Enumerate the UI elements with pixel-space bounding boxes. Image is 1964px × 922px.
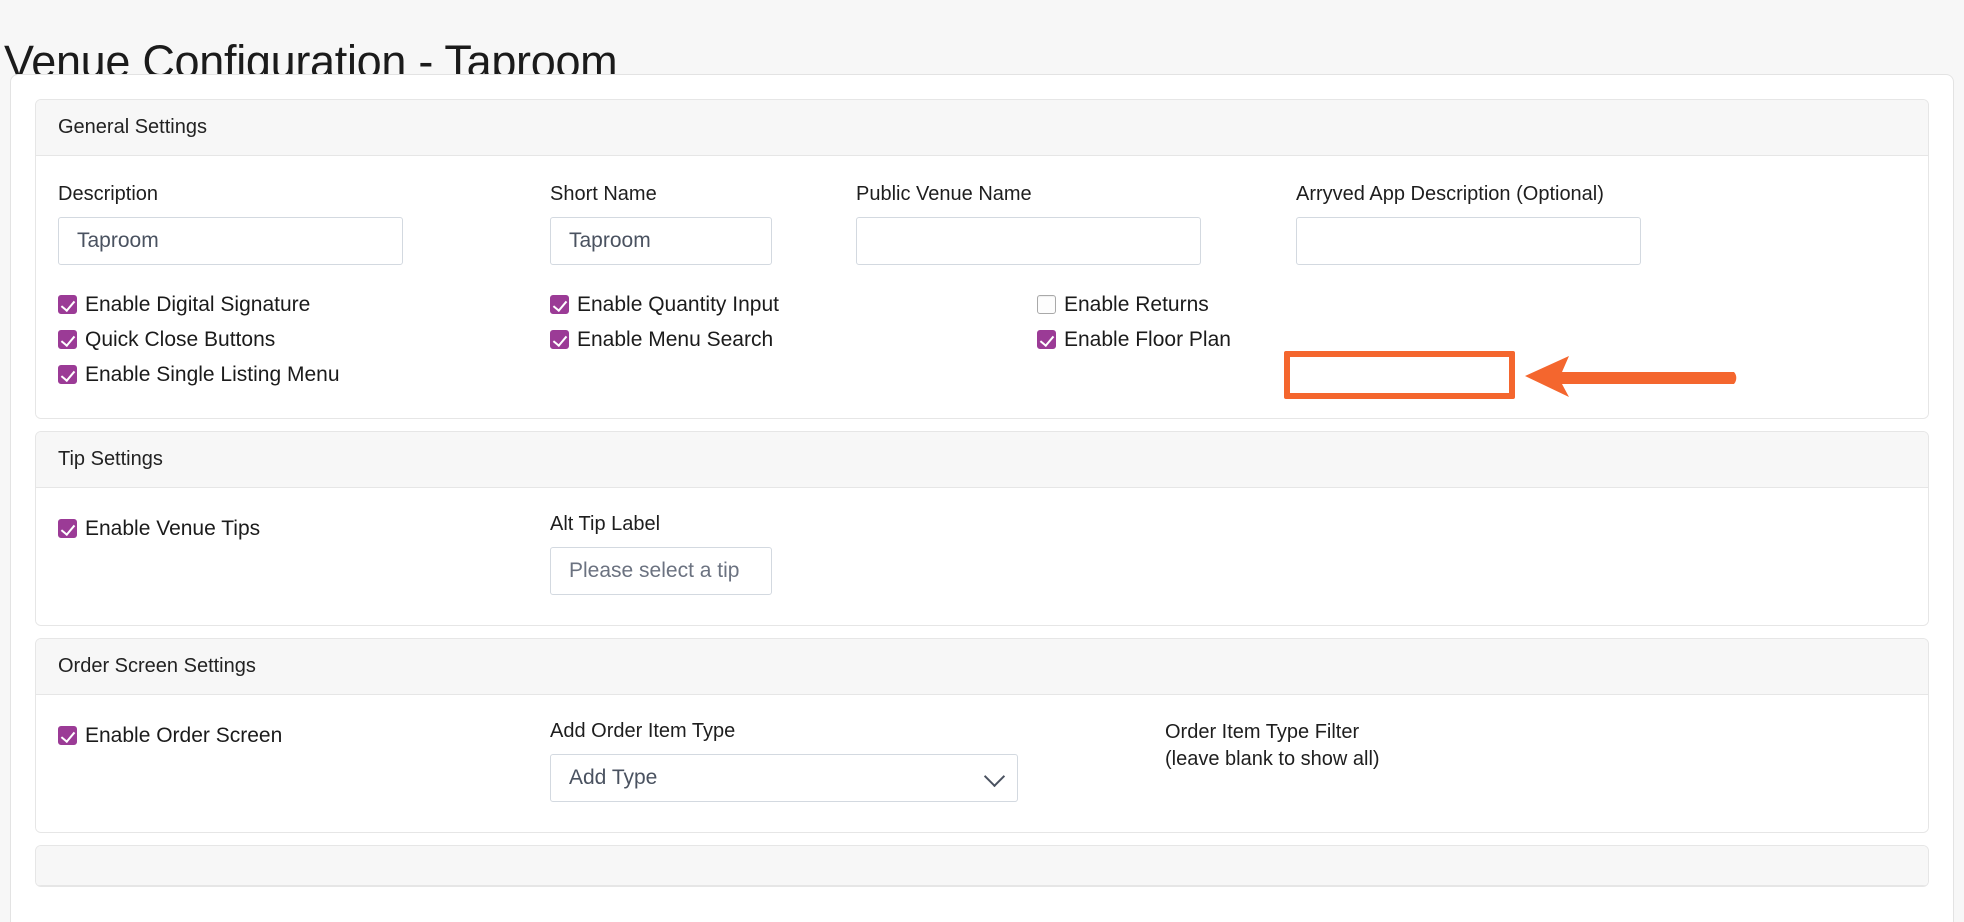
panel-header-next-section [36,846,1928,886]
arryved-app-description-input[interactable] [1296,217,1641,265]
panel-header-tip-settings: Tip Settings [36,432,1928,488]
checkbox-enable-menu-search[interactable] [550,330,569,349]
checkbox-label-enable-quantity-input: Enable Quantity Input [577,293,779,316]
checkbox-label-enable-returns: Enable Returns [1064,293,1209,316]
field-label-order-item-type-filter-hint: (leave blank to show all) [1165,748,1380,770]
checkbox-label-enable-floor-plan: Enable Floor Plan [1064,328,1231,351]
checkbox-enable-venue-tips[interactable] [58,518,77,538]
checkbox-column-2: Enable Quantity Input Enable Menu Search [550,287,1037,392]
checkbox-label-quick-close-buttons: Quick Close Buttons [85,328,276,351]
panel-next-section-partial [35,845,1929,887]
order-screen-checkbox-col: Enable Order Screen [58,719,550,802]
checkbox-enable-returns[interactable] [1037,295,1056,314]
field-add-order-item-type: Add Order Item Type Add Type [550,719,1165,802]
field-arryved-app-description: Arryved App Description (Optional) [1296,182,1716,265]
checkbox-row-quick-close-buttons[interactable]: Quick Close Buttons [58,322,550,357]
alt-tip-label-input[interactable] [550,547,772,595]
checkbox-column-3: Enable Returns Enable Floor Plan [1037,287,1517,392]
tip-settings-row: Enable Venue Tips Alt Tip Label [58,512,1906,595]
panel-header-general-settings: General Settings [36,100,1928,156]
checkbox-row-enable-menu-search[interactable]: Enable Menu Search [550,322,1037,357]
general-checkbox-grid: Enable Digital Signature Quick Close But… [58,287,1906,392]
checkbox-enable-floor-plan[interactable] [1037,330,1056,349]
field-description: Description [58,182,550,265]
field-label-public-venue-name: Public Venue Name [856,183,1032,205]
checkbox-label-enable-menu-search: Enable Menu Search [577,328,774,351]
short-name-input[interactable] [550,217,772,265]
checkbox-row-enable-quantity-input[interactable]: Enable Quantity Input [550,287,1037,322]
venue-configuration-page: Venue Configuration - Taproom General Se… [0,0,1964,922]
checkbox-row-enable-returns[interactable]: Enable Returns [1037,287,1517,322]
general-fields-row: Description Short Name Public Venue Name [58,182,1906,265]
order-screen-row: Enable Order Screen Add Order Item Type … [58,719,1906,802]
field-short-name: Short Name [550,182,856,265]
checkbox-row-enable-digital-signature[interactable]: Enable Digital Signature [58,287,550,322]
field-label-short-name: Short Name [550,183,657,205]
checkbox-row-enable-venue-tips[interactable]: Enable Venue Tips [58,512,550,544]
checkbox-row-enable-single-listing-menu[interactable]: Enable Single Listing Menu [58,357,550,392]
add-order-item-type-select[interactable]: Add Type [550,754,1018,802]
field-order-item-type-filter: Order Item Type Filter (leave blank to s… [1165,719,1605,802]
checkbox-row-enable-floor-plan[interactable]: Enable Floor Plan [1037,322,1517,357]
checkbox-label-enable-venue-tips: Enable Venue Tips [85,516,261,540]
field-public-venue-name: Public Venue Name [856,182,1296,265]
checkbox-quick-close-buttons[interactable] [58,330,77,349]
add-order-item-type-selected-value: Add Type [569,766,658,789]
field-label-alt-tip-label: Alt Tip Label [550,513,661,535]
checkbox-enable-quantity-input[interactable] [550,295,569,314]
checkbox-row-enable-order-screen[interactable]: Enable Order Screen [58,719,550,751]
checkbox-label-enable-digital-signature: Enable Digital Signature [85,293,311,316]
checkbox-label-enable-order-screen: Enable Order Screen [85,723,283,747]
field-label-order-item-type-filter: Order Item Type Filter [1165,721,1360,743]
panel-general-settings: General Settings Description Short Name … [35,99,1929,419]
checkbox-column-1: Enable Digital Signature Quick Close But… [58,287,550,392]
field-alt-tip-label: Alt Tip Label [550,512,856,595]
tip-settings-checkbox-col: Enable Venue Tips [58,512,550,595]
field-label-add-order-item-type: Add Order Item Type [550,720,736,742]
settings-card: General Settings Description Short Name … [10,74,1954,922]
checkbox-label-enable-single-listing-menu: Enable Single Listing Menu [85,363,340,386]
field-label-description: Description [58,183,159,205]
field-label-arryved-app-description: Arryved App Description (Optional) [1296,183,1604,205]
checkbox-enable-order-screen[interactable] [58,725,77,745]
panel-order-screen-settings: Order Screen Settings Enable Order Scree… [35,638,1929,833]
panel-header-order-screen-settings: Order Screen Settings [36,639,1928,695]
public-venue-name-input[interactable] [856,217,1201,265]
panel-tip-settings: Tip Settings Enable Venue Tips Alt Tip L… [35,431,1929,626]
checkbox-enable-digital-signature[interactable] [58,295,77,314]
description-input[interactable] [58,217,403,265]
checkbox-enable-single-listing-menu[interactable] [58,365,77,384]
